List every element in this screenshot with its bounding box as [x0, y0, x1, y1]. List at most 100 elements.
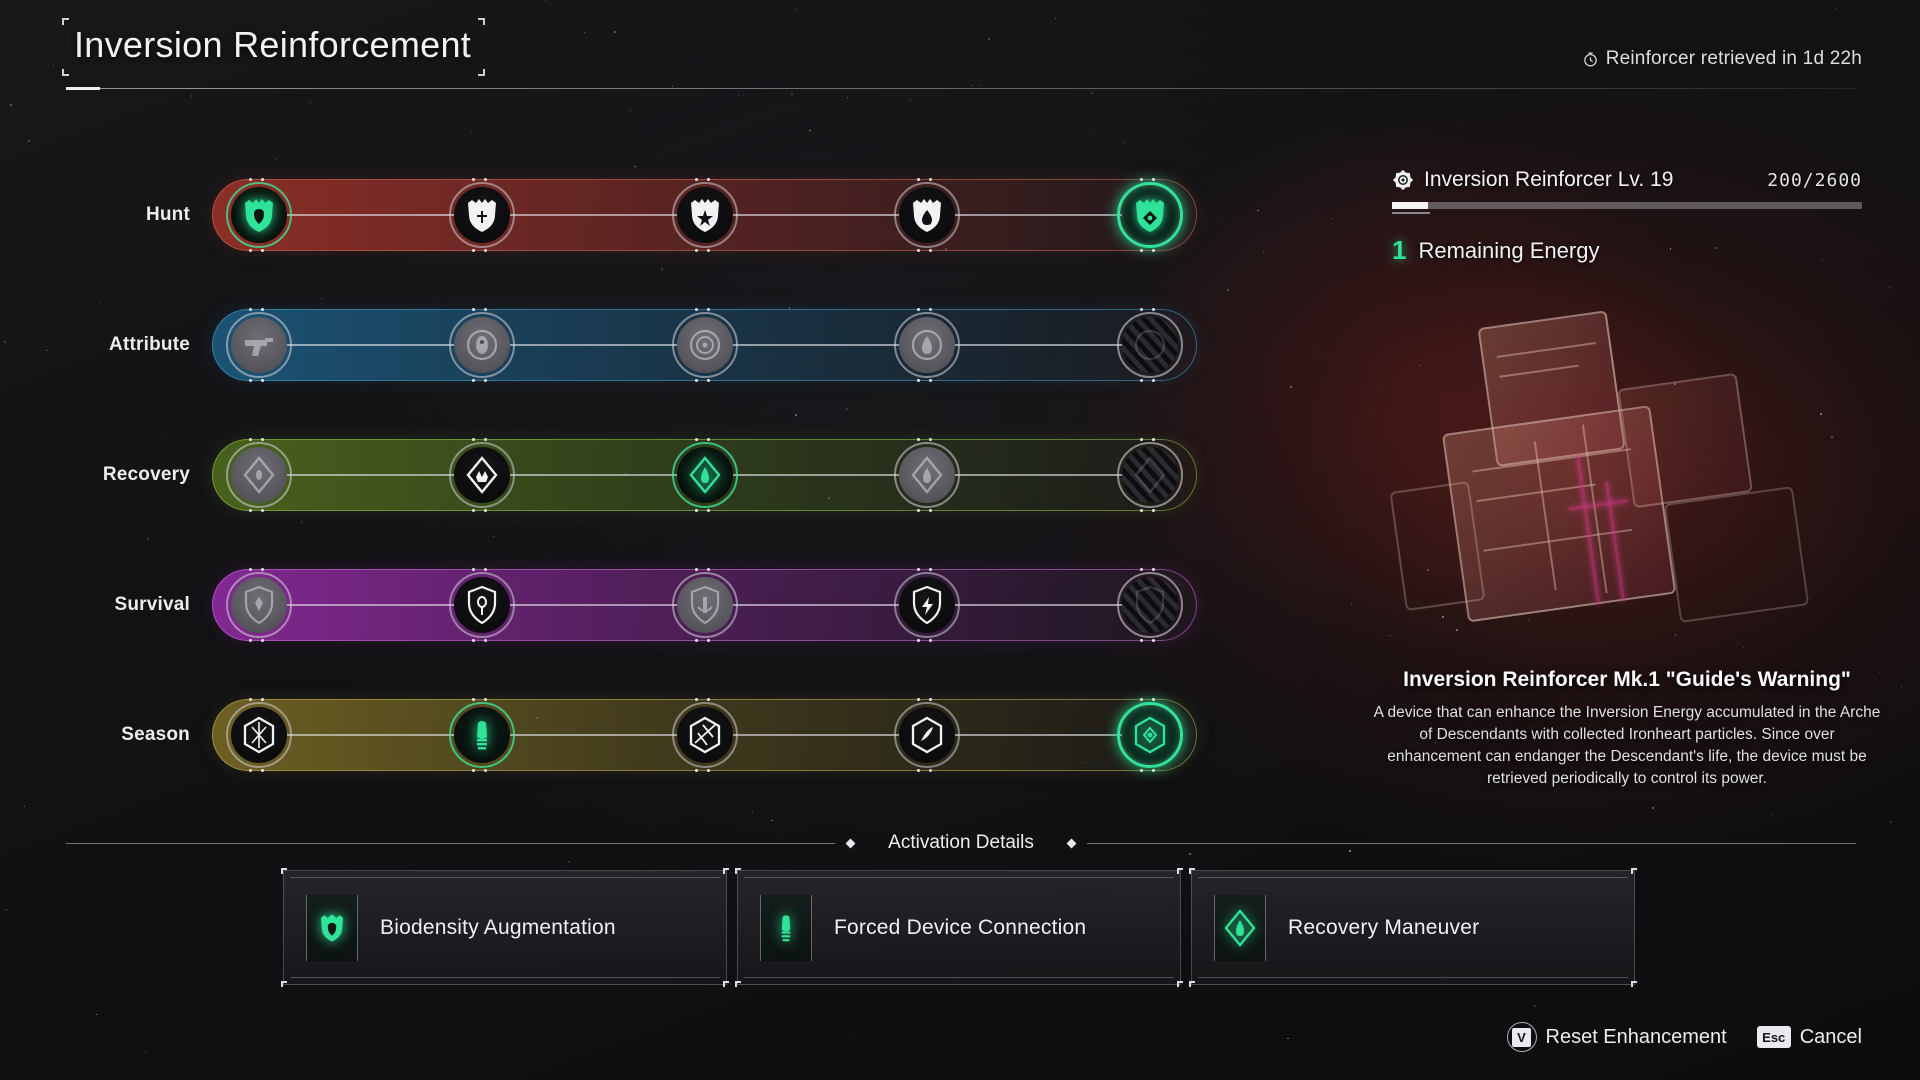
node-hunt-crest-star-icon[interactable]	[671, 178, 738, 252]
node-attribute-flame-icon[interactable]	[894, 308, 961, 382]
reinforcer-xp-text: 200/2600	[1767, 169, 1862, 191]
node-survival-shield-spark-icon[interactable]	[894, 568, 961, 642]
node-attribute-locked-icon[interactable]	[1117, 308, 1183, 382]
hunt-crest-cross-icon	[462, 195, 502, 235]
node-season-core-final-icon[interactable]	[1117, 698, 1183, 772]
card-corner-tick	[1177, 868, 1183, 874]
track-label-recovery: Recovery	[102, 464, 190, 485]
season-wave-icon	[907, 715, 947, 755]
card-corner-tick	[735, 868, 741, 874]
activation-card-label: Biodensity Augmentation	[380, 915, 616, 939]
recovery-maneuver-icon	[685, 455, 725, 495]
track-row-survival: Survival	[0, 540, 1260, 670]
track-season	[212, 698, 1197, 772]
footer-action-label: Reset Enhancement	[1545, 1025, 1727, 1048]
card-corner-tick	[1631, 981, 1637, 987]
node-hunt-crest-active-icon[interactable]	[226, 178, 292, 252]
page-title-wrapper: Inversion Reinforcement	[62, 18, 486, 76]
header-divider-accent	[66, 87, 100, 90]
node-season-hex-shard-icon[interactable]	[226, 698, 292, 772]
track-hunt	[212, 178, 1197, 252]
node-recovery-locked-icon[interactable]	[1117, 438, 1183, 512]
title-corner-tick-bl	[62, 69, 69, 76]
card-corner-tick	[1189, 981, 1195, 987]
activation-card-label: Forced Device Connection	[834, 915, 1087, 939]
key-badge-v[interactable]: V	[1506, 1022, 1537, 1052]
card-corner-tick	[1631, 868, 1637, 874]
survival-shield-icon	[239, 585, 279, 625]
retrieval-timer: Reinforcer retrieved in 1d 22h	[1582, 48, 1862, 70]
attribute-ring-icon	[685, 325, 725, 365]
recovery-maneuver-icon	[1214, 894, 1266, 961]
survival-shield-spark-icon	[907, 585, 947, 625]
node-season-device-icon[interactable]	[448, 698, 515, 772]
reinforcement-tracks: Hunt Attribute Recovery Survival Season	[0, 150, 1260, 800]
hunt-crest-star-icon	[685, 195, 725, 235]
divider-line-right	[1086, 842, 1857, 844]
forced-device-icon	[760, 894, 812, 961]
title-corner-tick-br	[478, 69, 486, 76]
node-hunt-crest-drop-icon[interactable]	[894, 178, 961, 252]
activation-card[interactable]: Forced Device Connection	[735, 868, 1183, 987]
node-recovery-maneuver-icon[interactable]	[671, 438, 738, 512]
node-hunt-crest-cross-icon[interactable]	[448, 178, 515, 252]
node-hunt-crest-final-icon[interactable]	[1117, 178, 1183, 252]
activation-cards: Biodensity Augmentation Forced Device Con…	[281, 868, 1637, 987]
track-label-season: Season	[121, 724, 190, 745]
track-row-recovery: Recovery	[0, 410, 1260, 540]
key-badge-esc[interactable]: Esc	[1756, 1026, 1791, 1048]
node-season-burst-icon[interactable]	[671, 698, 738, 772]
track-nodes	[212, 698, 1197, 772]
footer-action-reset-enhancement[interactable]: V Reset Enhancement	[1506, 1022, 1727, 1052]
node-attribute-ring-icon[interactable]	[671, 308, 738, 382]
track-nodes	[212, 308, 1197, 382]
node-recovery-diamond-crown-icon[interactable]	[448, 438, 515, 512]
item-name: Inversion Reinforcer Mk.1 "Guide's Warni…	[1403, 668, 1851, 691]
track-nodes	[212, 178, 1197, 252]
page-title: Inversion Reinforcement	[74, 24, 472, 65]
reinforcer-level-text: Inversion Reinforcer Lv. 19	[1424, 168, 1674, 191]
card-corner-tick	[723, 868, 729, 874]
node-attribute-orb-icon[interactable]	[448, 308, 515, 382]
track-recovery	[212, 438, 1197, 512]
node-survival-locked-icon[interactable]	[1117, 568, 1183, 642]
track-survival	[212, 568, 1197, 642]
footer-action-cancel[interactable]: Esc Cancel	[1756, 1026, 1862, 1049]
hunt-crest-final-icon	[1130, 195, 1170, 235]
track-attribute	[212, 308, 1197, 382]
node-survival-shield-icon[interactable]	[226, 568, 292, 642]
reinforcer-badge-icon	[1392, 169, 1414, 191]
track-nodes	[212, 568, 1197, 642]
activation-card-label: Recovery Maneuver	[1288, 915, 1480, 939]
remaining-energy-label: Remaining Energy	[1418, 237, 1600, 263]
node-attribute-pistol-icon[interactable]	[226, 308, 292, 382]
node-season-wave-icon[interactable]	[894, 698, 961, 772]
divider-diamond-left	[845, 838, 856, 848]
node-survival-shield-eye-icon[interactable]	[448, 568, 515, 642]
card-corner-tick	[735, 981, 741, 987]
hunt-crest-drop-icon	[907, 195, 947, 235]
activation-card[interactable]: Recovery Maneuver	[1189, 868, 1637, 987]
footer-controls: V Reset Enhancement Esc Cancel	[1506, 1022, 1862, 1052]
node-recovery-diamond-icon[interactable]	[226, 438, 292, 512]
season-core-final-icon	[1130, 715, 1170, 755]
track-row-attribute: Attribute	[0, 280, 1260, 410]
reinforcer-xp-underline	[1392, 212, 1430, 214]
survival-shield-anchor-icon	[685, 585, 725, 625]
node-survival-shield-anchor-icon[interactable]	[671, 568, 738, 642]
survival-shield-eye-icon	[462, 585, 502, 625]
panel-header: Inversion Reinforcer Lv. 19 200/2600	[1392, 168, 1862, 192]
card-corner-tick	[1177, 981, 1183, 987]
card-corner-tick	[281, 981, 287, 987]
reinforcer-xp-bar	[1392, 202, 1862, 214]
header-divider-rule	[66, 88, 1856, 89]
attribute-flame-icon	[907, 325, 947, 365]
activation-details-divider: Activation Details	[66, 832, 1857, 853]
remaining-energy-count: 1	[1392, 235, 1407, 265]
title-corner-tick-tr	[478, 18, 486, 25]
activation-card[interactable]: Biodensity Augmentation	[281, 868, 729, 987]
node-recovery-diamond-flame-icon[interactable]	[894, 438, 961, 512]
track-label-hunt: Hunt	[145, 204, 190, 225]
season-burst-icon	[685, 715, 725, 755]
track-row-season: Season	[0, 670, 1260, 800]
